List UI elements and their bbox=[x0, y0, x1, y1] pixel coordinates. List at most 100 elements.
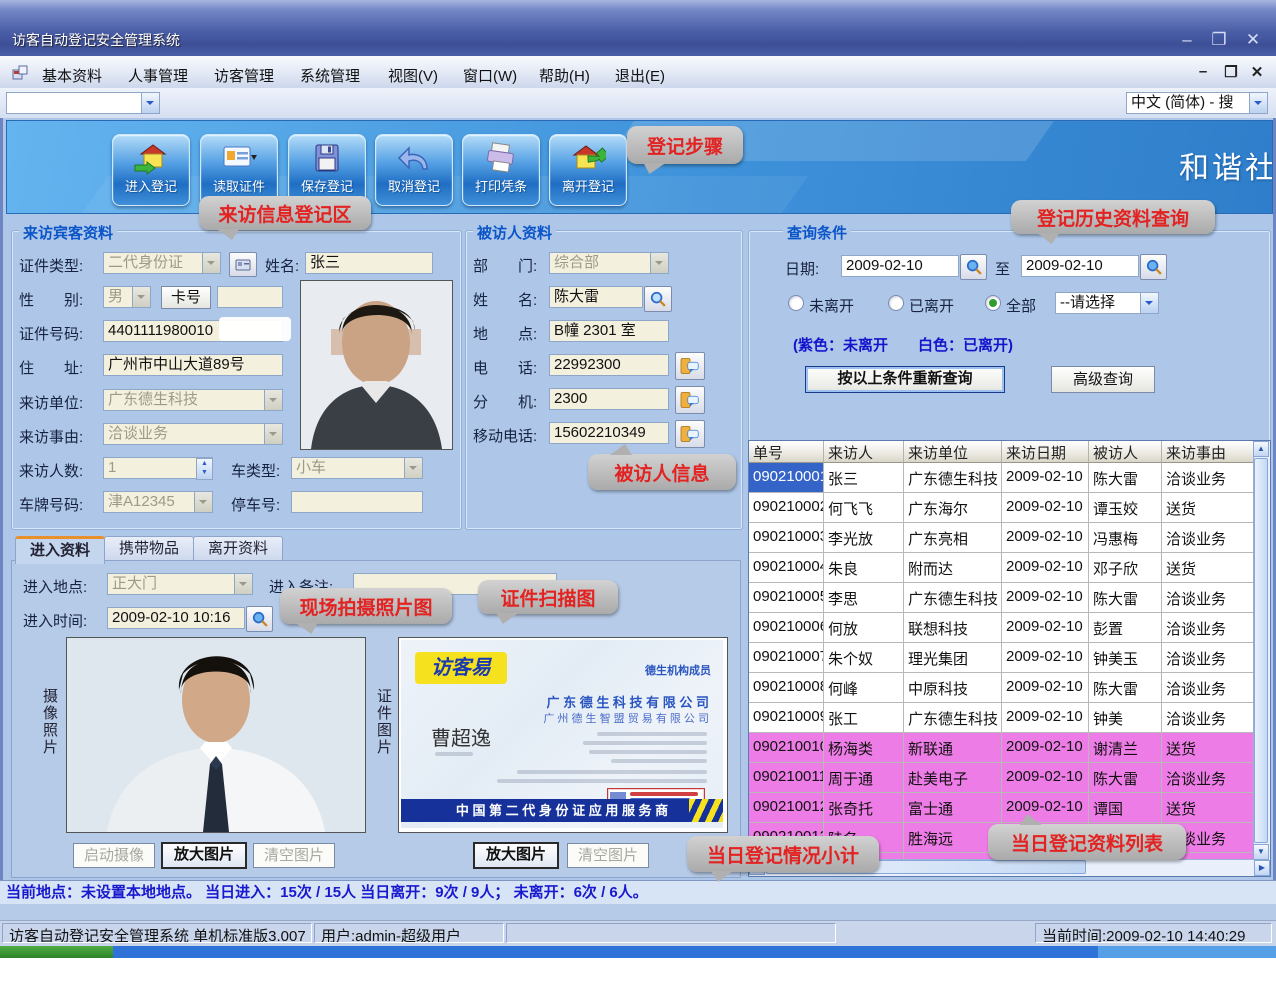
visitor-name-field[interactable]: 张三 bbox=[305, 252, 433, 274]
mdi-restore-icon[interactable]: ❐ bbox=[1220, 63, 1242, 81]
table-cell[interactable]: 洽谈业务 bbox=[1162, 463, 1254, 492]
table-cell[interactable]: 张奇托 bbox=[824, 793, 904, 822]
table-cell[interactable]: 2009-02-10 bbox=[1002, 793, 1089, 822]
table-cell[interactable]: 送货 bbox=[1162, 733, 1254, 762]
table-cell[interactable]: 2009-02-10 bbox=[1002, 763, 1089, 792]
table-cell[interactable]: 洽谈业务 bbox=[1162, 583, 1254, 612]
table-cell[interactable]: 何飞飞 bbox=[824, 493, 904, 522]
table-cell[interactable]: 谢清兰 bbox=[1089, 733, 1162, 762]
table-cell[interactable]: 090210010 bbox=[749, 733, 824, 762]
scroll-down-icon[interactable]: ▼ bbox=[1253, 844, 1269, 860]
table-cell[interactable]: 联想科技 bbox=[904, 613, 1002, 642]
table-cell[interactable]: 2009-02-10 bbox=[1002, 493, 1089, 522]
gender-combobox[interactable]: 男 bbox=[103, 286, 151, 308]
table-cell[interactable]: 陈大雷 bbox=[1089, 583, 1162, 612]
table-cell[interactable]: 2009-02-10 bbox=[1002, 733, 1089, 762]
table-cell[interactable]: 新联通 bbox=[904, 733, 1002, 762]
table-cell[interactable]: 2009-02-10 bbox=[1002, 553, 1089, 582]
table-row[interactable]: 090210002何飞飞广东海尔2009-02-10谭玉姣送货 bbox=[749, 493, 1254, 523]
menu-exit[interactable]: 退出(E) bbox=[609, 63, 671, 88]
table-cell[interactable]: 洽谈业务 bbox=[1162, 673, 1254, 702]
table-cell[interactable]: 张三 bbox=[824, 463, 904, 492]
table-cell[interactable]: 周于通 bbox=[824, 763, 904, 792]
cancel-register-button[interactable]: 取消登记 bbox=[375, 134, 453, 206]
spinner-arrows-icon[interactable]: ▲▼ bbox=[196, 458, 213, 480]
table-cell[interactable]: 富士通 bbox=[904, 793, 1002, 822]
radio-not-left[interactable] bbox=[788, 295, 804, 311]
language-combobox[interactable]: 中文 (简体) - 搜 bbox=[1126, 92, 1268, 114]
date-from-picker-button[interactable] bbox=[960, 254, 987, 280]
table-cell[interactable]: 何放 bbox=[824, 613, 904, 642]
plate-combobox[interactable]: 津A12345 bbox=[103, 491, 213, 513]
zoom-photo-button[interactable]: 放大图片 bbox=[161, 842, 247, 869]
table-header[interactable]: 来访人 bbox=[824, 441, 904, 463]
table-cell[interactable]: 何峰 bbox=[824, 673, 904, 702]
table-cell[interactable]: 陈大雷 bbox=[1089, 463, 1162, 492]
enter-register-button[interactable]: 进入登记 bbox=[112, 134, 190, 206]
table-row[interactable]: 090210001张三广东德生科技2009-02-10陈大雷洽谈业务 bbox=[749, 463, 1254, 493]
radio-left[interactable] bbox=[888, 295, 904, 311]
notify-phone-button[interactable] bbox=[675, 352, 705, 380]
filter-combobox[interactable]: --请选择 bbox=[1055, 292, 1159, 314]
table-header[interactable]: 来访日期 bbox=[1002, 441, 1089, 463]
table-row[interactable]: 090210009张工广东德生科技2009-02-10钟美洽谈业务 bbox=[749, 703, 1254, 733]
table-header[interactable]: 来访事由 bbox=[1162, 441, 1254, 463]
table-header[interactable]: 单号 bbox=[749, 441, 824, 463]
table-cell[interactable]: 090210009 bbox=[749, 703, 824, 732]
menu-basic-data[interactable]: 基本资料 bbox=[36, 63, 108, 88]
table-cell[interactable]: 送货 bbox=[1162, 553, 1254, 582]
table-cell[interactable]: 090210008 bbox=[749, 673, 824, 702]
chevron-down-icon[interactable] bbox=[1140, 293, 1158, 313]
card-number-field[interactable] bbox=[217, 286, 283, 308]
table-cell[interactable]: 陈大雷 bbox=[1089, 763, 1162, 792]
clear-photo-button[interactable]: 清空图片 bbox=[253, 843, 335, 868]
print-receipt-button[interactable]: 打印凭条 bbox=[462, 134, 540, 206]
table-cell[interactable]: 090210006 bbox=[749, 613, 824, 642]
advanced-query-button[interactable]: 高级查询 bbox=[1051, 366, 1155, 393]
radio-all[interactable] bbox=[985, 295, 1001, 311]
entry-time-picker-button[interactable] bbox=[246, 606, 273, 632]
start-camera-button[interactable]: 启动摄像 bbox=[73, 843, 155, 868]
table-header[interactable]: 被访人 bbox=[1089, 441, 1162, 463]
dept-combobox[interactable]: 综合部 bbox=[549, 252, 669, 274]
table-row[interactable]: 090210008何峰中原科技2009-02-10陈大雷洽谈业务 bbox=[749, 673, 1254, 703]
table-cell[interactable]: 2009-02-10 bbox=[1002, 643, 1089, 672]
visit-reason-combobox[interactable]: 洽谈业务 bbox=[103, 423, 283, 445]
menu-window[interactable]: 窗口(W) bbox=[457, 63, 523, 88]
parking-field[interactable] bbox=[291, 491, 423, 513]
table-cell[interactable]: 中原科技 bbox=[904, 673, 1002, 702]
table-cell[interactable]: 2009-02-10 bbox=[1002, 703, 1089, 732]
search-person-button[interactable] bbox=[644, 286, 672, 312]
table-cell[interactable]: 洽谈业务 bbox=[1162, 523, 1254, 552]
location-field[interactable]: B幢 2301 室 bbox=[549, 320, 669, 342]
table-cell[interactable]: 2009-02-10 bbox=[1002, 463, 1089, 492]
mdi-minimize-icon[interactable]: – bbox=[1192, 63, 1214, 80]
mobile-field[interactable]: 15602210349 bbox=[549, 422, 669, 444]
table-cell[interactable]: 090210002 bbox=[749, 493, 824, 522]
quick-select-combobox[interactable] bbox=[6, 92, 160, 114]
tab-leave-data[interactable]: 离开资料 bbox=[193, 536, 283, 561]
card-number-button[interactable]: 卡号 bbox=[161, 286, 211, 309]
table-cell[interactable]: 090210012 bbox=[749, 793, 824, 822]
table-cell[interactable]: 赴美电子 bbox=[904, 763, 1002, 792]
table-cell[interactable]: 谭玉姣 bbox=[1089, 493, 1162, 522]
table-cell[interactable]: 洽谈业务 bbox=[1162, 703, 1254, 732]
table-row[interactable]: 090210010杨海类新联通2009-02-10谢清兰送货 bbox=[749, 733, 1254, 763]
menu-visitor[interactable]: 访客管理 bbox=[208, 63, 280, 88]
table-row[interactable]: 090210007朱个奴理光集团2009-02-10钟美玉洽谈业务 bbox=[749, 643, 1254, 673]
close-icon[interactable]: ✕ bbox=[1240, 30, 1266, 50]
table-cell[interactable]: 冯惠梅 bbox=[1089, 523, 1162, 552]
clear-card-button[interactable]: 清空图片 bbox=[567, 843, 649, 868]
table-cell[interactable]: 谭国 bbox=[1089, 793, 1162, 822]
visited-name-field[interactable]: 陈大雷 bbox=[549, 286, 643, 308]
scroll-up-icon[interactable]: ▲ bbox=[1253, 441, 1269, 457]
table-cell[interactable]: 张工 bbox=[824, 703, 904, 732]
vertical-scrollbar[interactable]: ▲ ▼ bbox=[1253, 441, 1270, 860]
cert-type-combobox[interactable]: 二代身份证 bbox=[103, 252, 221, 274]
mdi-close-icon[interactable]: ✕ bbox=[1246, 63, 1268, 81]
scroll-right-icon[interactable]: ▶ bbox=[1254, 860, 1270, 876]
table-cell[interactable]: 洽谈业务 bbox=[1162, 643, 1254, 672]
tab-entry-data[interactable]: 进入资料 bbox=[15, 536, 105, 564]
leave-register-button[interactable]: 离开登记 bbox=[549, 134, 627, 206]
notify-ext-button[interactable] bbox=[675, 386, 705, 414]
